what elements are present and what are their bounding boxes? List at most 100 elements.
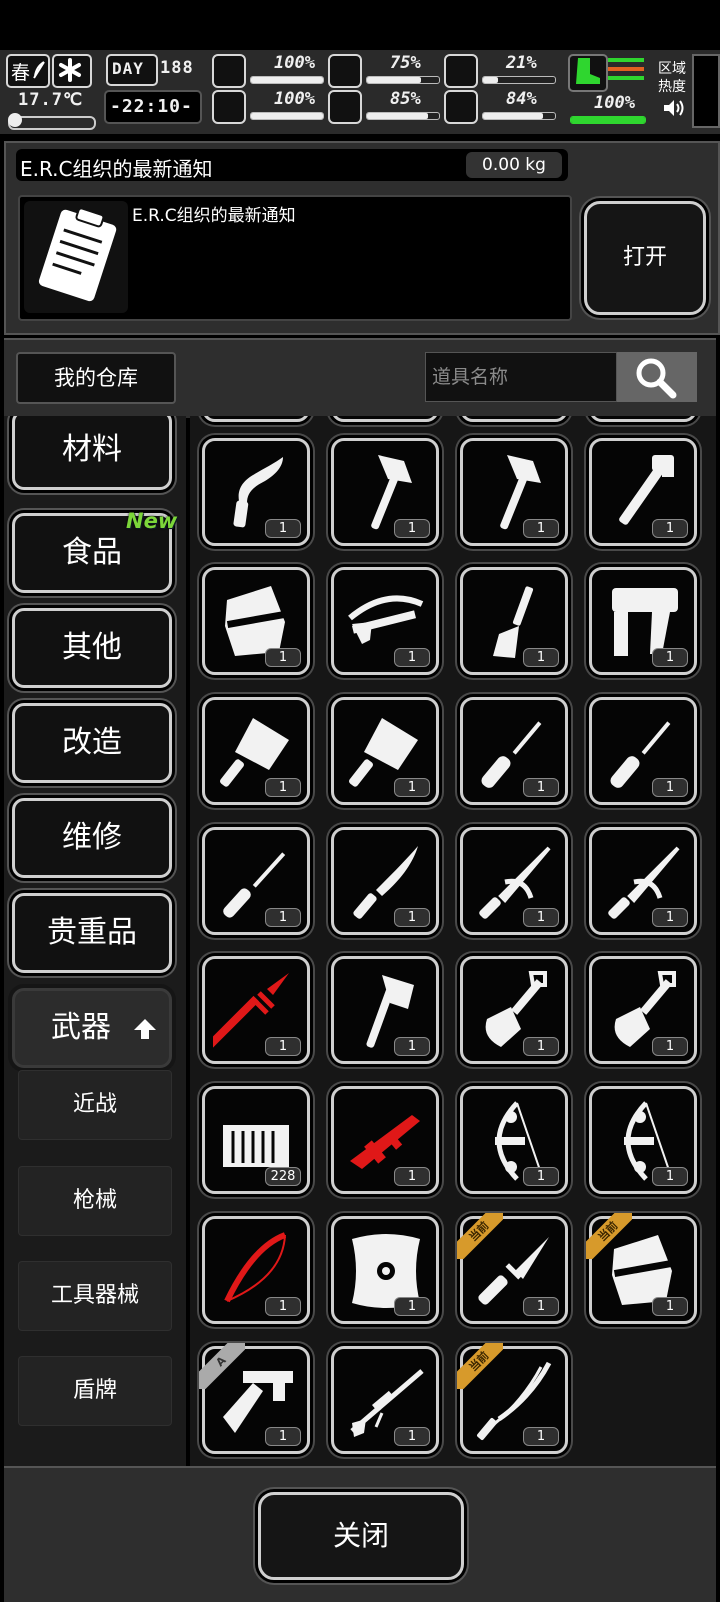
my-warehouse-tab[interactable]: 我的仓库 <box>16 352 176 404</box>
inventory-slot[interactable]: 1 <box>589 438 697 546</box>
item-quantity: 1 <box>265 778 301 797</box>
category-tab[interactable]: 维修 <box>12 798 172 878</box>
inventory-slot[interactable]: 1 <box>202 956 310 1064</box>
item-weight: 0.00 kg <box>466 152 562 178</box>
category-label: 改造 <box>62 725 122 760</box>
inventory-slot[interactable]: 1 <box>460 438 568 546</box>
inventory-slot[interactable]: 1 <box>460 567 568 675</box>
item-quantity: 1 <box>265 648 301 667</box>
item-ribbon-label: 当前 <box>457 1213 503 1259</box>
stat-bar <box>250 76 324 84</box>
item-quantity: 1 <box>394 1037 430 1056</box>
stat-bar <box>482 76 556 84</box>
subcategory-tab[interactable]: 盾牌 <box>18 1356 172 1426</box>
inventory-slot[interactable]: 1 当前 <box>586 1213 697 1324</box>
item-quantity: 1 <box>652 1297 688 1316</box>
subcategory-tab[interactable]: 枪械 <box>18 1166 172 1236</box>
inventory-slot[interactable]: 1 <box>460 1086 568 1194</box>
search-button[interactable] <box>617 352 697 402</box>
inventory-slot[interactable]: 1 <box>331 438 439 546</box>
inventory-slot[interactable]: 1 当前 <box>457 1343 568 1454</box>
item-quantity: 1 <box>523 778 559 797</box>
item-ribbon-label: 当前 <box>586 1213 632 1259</box>
category-tab[interactable]: 改造 <box>12 703 172 783</box>
inventory-slot[interactable]: 1 <box>460 827 568 935</box>
item-quantity: 1 <box>523 1427 559 1446</box>
speaker-icon[interactable] <box>662 98 686 118</box>
subcategory-tab[interactable]: 工具器械 <box>18 1261 172 1331</box>
inventory-slot[interactable]: 1 <box>331 1346 439 1454</box>
snowflake-icon[interactable] <box>52 54 92 88</box>
inventory-slot[interactable]: 1 <box>331 1216 439 1324</box>
inventory-slot-partial[interactable] <box>202 416 310 422</box>
open-button[interactable]: 打开 <box>584 201 706 315</box>
inventory-slot[interactable]: 1 <box>460 697 568 805</box>
item-quantity: 1 <box>265 519 301 538</box>
inventory-slot[interactable]: 1 <box>331 697 439 805</box>
temperature-readout: 17.7℃ <box>18 90 84 110</box>
item-quantity: 1 <box>652 519 688 538</box>
category-label: 维修 <box>62 820 122 855</box>
item-quantity: 1 <box>394 1167 430 1186</box>
inventory-slot[interactable]: 1 <box>589 1086 697 1194</box>
status-bar: 春 17.7℃ DAY 188 -22:10- 100% 75% 21% 100% 85… <box>0 50 720 134</box>
fatigue-icon <box>444 54 478 88</box>
inventory-slot[interactable]: 1 <box>589 956 697 1064</box>
brain-icon <box>212 90 246 124</box>
category-sidebar: 材料 食品 New 其他 改造 维修 贵重品 武器 近战 枪械 工具器械 盾牌 <box>4 416 186 1466</box>
category-tab[interactable]: 贵重品 <box>12 893 172 973</box>
inventory-slot[interactable]: 1 <box>589 697 697 805</box>
item-quantity: 1 <box>265 908 301 927</box>
item-ribbon: A <box>199 1343 245 1389</box>
stat-value: 84% <box>506 89 537 109</box>
stat-value: 85% <box>390 89 421 109</box>
stat-bar <box>366 112 440 120</box>
category-tab[interactable]: 武器 <box>12 988 172 1068</box>
inventory-slot[interactable]: 1 <box>202 567 310 675</box>
inventory-slot[interactable]: 1 <box>202 827 310 935</box>
water-drop-icon <box>328 90 362 124</box>
item-description: E.R.C组织的最新通知 <box>132 206 296 226</box>
item-name-search-input[interactable] <box>425 352 617 402</box>
clock-readout: -22:10- <box>110 96 193 117</box>
item-quantity: 1 <box>523 1167 559 1186</box>
item-ribbon-label: 当前 <box>457 1343 503 1389</box>
inventory-slot[interactable]: 1 <box>589 567 697 675</box>
zone-heat[interactable]: 区域 热度 <box>658 60 686 96</box>
inventory-slot-partial[interactable] <box>589 416 697 422</box>
inventory-slot[interactable]: 1 <box>331 1086 439 1194</box>
item-quantity: 1 <box>265 1427 301 1446</box>
subcategory-tab[interactable]: 近战 <box>18 1070 172 1140</box>
zone-heat-line1: 区域 <box>658 61 686 77</box>
day-counter: 188 <box>160 58 194 78</box>
heart-icon <box>444 90 478 124</box>
season-box: 春 <box>6 54 50 88</box>
new-badge: New <box>126 509 178 533</box>
clipboard-icon <box>24 201 128 313</box>
category-tab[interactable]: 材料 <box>12 416 172 490</box>
stat-value: 100% <box>274 89 315 109</box>
inventory-slot[interactable]: 1 <box>331 827 439 935</box>
inventory-slot[interactable]: 1 <box>589 827 697 935</box>
item-detail-box: E.R.C组织的最新通知 <box>18 195 572 321</box>
category-label: 武器 <box>51 1010 111 1045</box>
inventory-slot[interactable]: 1 <box>202 697 310 805</box>
feather-icon <box>33 61 45 79</box>
inventory-slot[interactable]: 1 <box>331 567 439 675</box>
close-button[interactable]: 关闭 <box>258 1492 464 1580</box>
inventory-slot[interactable]: 1 <box>202 1216 310 1324</box>
inventory-slot[interactable]: 1A <box>199 1343 310 1454</box>
stat-bar <box>482 112 556 120</box>
inventory-slot[interactable]: 228 <box>202 1086 310 1194</box>
inventory-slot[interactable]: 1 <box>202 438 310 546</box>
item-quantity: 1 <box>394 1297 430 1316</box>
item-quantity: 1 <box>652 1037 688 1056</box>
inventory-slot[interactable]: 1 当前 <box>457 1213 568 1324</box>
inventory-slot-partial[interactable] <box>460 416 568 422</box>
item-quantity: 1 <box>652 908 688 927</box>
inventory-slot-partial[interactable] <box>331 416 439 422</box>
inventory-slot[interactable]: 1 <box>460 956 568 1064</box>
inventory-slot[interactable]: 1 <box>331 956 439 1064</box>
category-tab[interactable]: 其他 <box>12 608 172 688</box>
item-quantity: 1 <box>265 1297 301 1316</box>
